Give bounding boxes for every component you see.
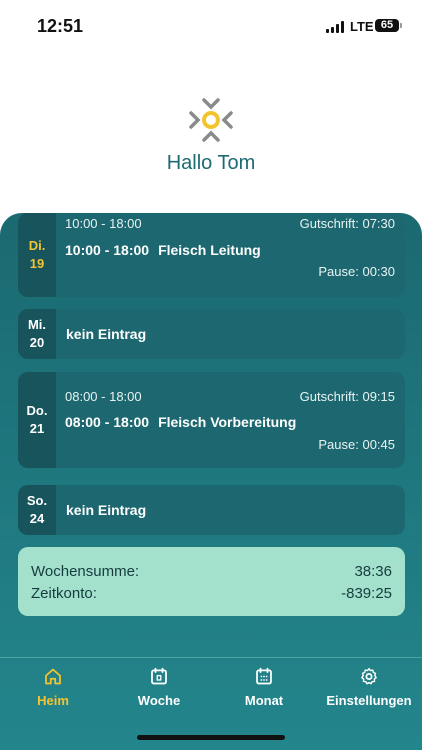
time-account-value: -839:25: [341, 585, 392, 602]
week-sum-value: 38:36: [354, 563, 392, 580]
planned-time: 10:00 - 18:00: [65, 216, 142, 231]
weekday: Mi.: [27, 317, 47, 332]
tab-label: Einstellungen: [326, 693, 412, 708]
department: Fleisch Vorbereitung: [158, 414, 297, 430]
empty-entry: kein Eintrag: [66, 502, 147, 518]
day-card-24[interactable]: So. 24 kein Eintrag: [18, 485, 405, 535]
signal-icon: [326, 21, 344, 33]
day-label: Mi. 20: [18, 309, 56, 359]
day-number: 24: [29, 511, 45, 526]
weekday: Do.: [26, 403, 48, 418]
time-account-label: Zeitkonto:: [31, 585, 97, 602]
day-number: 19: [29, 256, 45, 271]
day-card-19[interactable]: Di. 19 10:00 - 18:00 Gutschrift: 07:30 1…: [18, 213, 405, 297]
tab-label: Monat: [244, 693, 284, 708]
weekday: So.: [26, 493, 48, 508]
day-details: kein Eintrag: [56, 485, 405, 535]
battery-tip: [400, 23, 402, 28]
tab-label: Woche: [137, 693, 181, 708]
calendar-month-icon: [256, 667, 272, 685]
week-summary-card: Wochensumme: 38:36 Zeitkonto: -839:25: [18, 547, 405, 616]
tab-week[interactable]: Woche: [109, 666, 209, 708]
calendar-week-icon: [151, 667, 167, 685]
battery-icon: 65: [375, 19, 399, 32]
shift-time: 10:00 - 18:00: [65, 242, 150, 258]
tab-month[interactable]: Monat: [214, 666, 314, 708]
day-card-20[interactable]: Mi. 20 kein Eintrag: [18, 309, 405, 359]
home-icon: [45, 668, 61, 685]
status-bar: 12:51 LTE 65: [0, 0, 422, 54]
day-label: Di. 19: [18, 213, 56, 297]
day-details: 10:00 - 18:00 Gutschrift: 07:30 10:00 - …: [56, 213, 405, 297]
app-logo-icon: [189, 98, 233, 142]
home-indicator[interactable]: [137, 735, 285, 740]
tab-settings[interactable]: Einstellungen: [319, 666, 419, 708]
planned-time: 08:00 - 18:00: [65, 389, 142, 404]
department: Fleisch Leitung: [158, 242, 261, 258]
screen: 12:51 LTE 65 Hallo Tom Di. 19 10:00 - 18…: [0, 0, 422, 750]
greeting-title: Hallo Tom: [166, 152, 256, 174]
week-sum-row: Wochensumme: 38:36: [31, 563, 392, 580]
gear-icon: [361, 667, 377, 685]
status-time: 12:51: [37, 16, 84, 36]
shift-entry: 10:00 - 18:00 Fleisch Leitung: [65, 242, 261, 258]
week-sum-label: Wochensumme:: [31, 563, 140, 580]
day-number: 20: [29, 335, 45, 350]
network-type: LTE: [350, 19, 374, 34]
empty-entry: kein Eintrag: [66, 326, 147, 342]
day-label: So. 24: [18, 485, 56, 535]
credit-time: Gutschrift: 09:15: [299, 389, 395, 404]
tabbar-divider: [0, 657, 422, 658]
time-account-row: Zeitkonto: -839:25: [31, 585, 392, 602]
day-details: 08:00 - 18:00 Gutschrift: 09:15 08:00 - …: [56, 372, 405, 468]
tab-label: Heim: [37, 693, 69, 708]
shift-entry: 08:00 - 18:00 Fleisch Vorbereitung: [65, 414, 296, 430]
tab-home[interactable]: Heim: [3, 666, 103, 708]
pause-time: Pause: 00:45: [318, 437, 395, 452]
weekday: Di.: [28, 238, 46, 253]
day-label: Do. 21: [18, 372, 56, 468]
day-number: 21: [29, 421, 45, 436]
pause-time: Pause: 00:30: [318, 264, 395, 279]
day-details: kein Eintrag: [56, 309, 405, 359]
shift-time: 08:00 - 18:00: [65, 414, 150, 430]
credit-time: Gutschrift: 07:30: [299, 216, 395, 231]
day-card-21[interactable]: Do. 21 08:00 - 18:00 Gutschrift: 09:15 0…: [18, 372, 405, 468]
